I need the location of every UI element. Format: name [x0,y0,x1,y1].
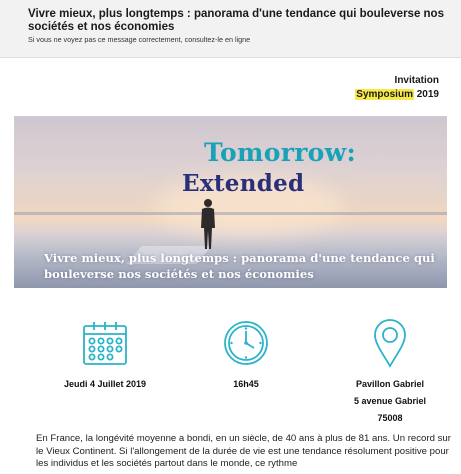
event-year: 2019 [416,89,439,100]
standing-person-figure [201,199,215,249]
event-time: 16h45 [233,379,259,389]
location-pin-icon [374,319,406,368]
event-location: Pavillon Gabriel 5 avenue Gabriel 75008 [320,376,460,427]
clock-icon [224,321,268,365]
hero-banner[interactable]: Tomorrow: Extended Vivre mieux, plus lon… [14,116,447,288]
event-highlight: Symposium [355,89,414,100]
invitation-label: Invitation [394,75,439,86]
event-line: Symposium 2019 [355,88,439,102]
hero-tagline: Vivre mieux, plus longtemps : panorama d… [44,251,435,281]
email-preheader: Vivre mieux, plus longtemps : panorama d… [0,0,461,58]
view-online-notice: Si vous ne voyez pas ce message correcte… [28,35,461,44]
view-online-prefix: Si vous ne voyez pas ce message correcte… [28,35,183,44]
intro-paragraph: En France, la longévité moyenne a bondi,… [36,433,451,469]
event-date: Jeudi 4 Juillet 2019 [63,379,147,389]
invitation-heading: Invitation Symposium 2019 [355,74,439,102]
email-subject: Vivre mieux, plus longtemps : panorama d… [28,8,444,33]
horizon-line [14,212,447,215]
location-line-1: Pavillon Gabriel [355,379,425,389]
hero-title-line2: Extended [182,170,305,197]
hero-title-line1: Tomorrow: [204,138,357,167]
location-line-3: 75008 [377,413,403,423]
calendar-icon [83,322,127,365]
location-line-2: 5 avenue Gabriel [353,396,427,406]
view-online-link[interactable]: consultez-le en ligne [185,35,251,44]
